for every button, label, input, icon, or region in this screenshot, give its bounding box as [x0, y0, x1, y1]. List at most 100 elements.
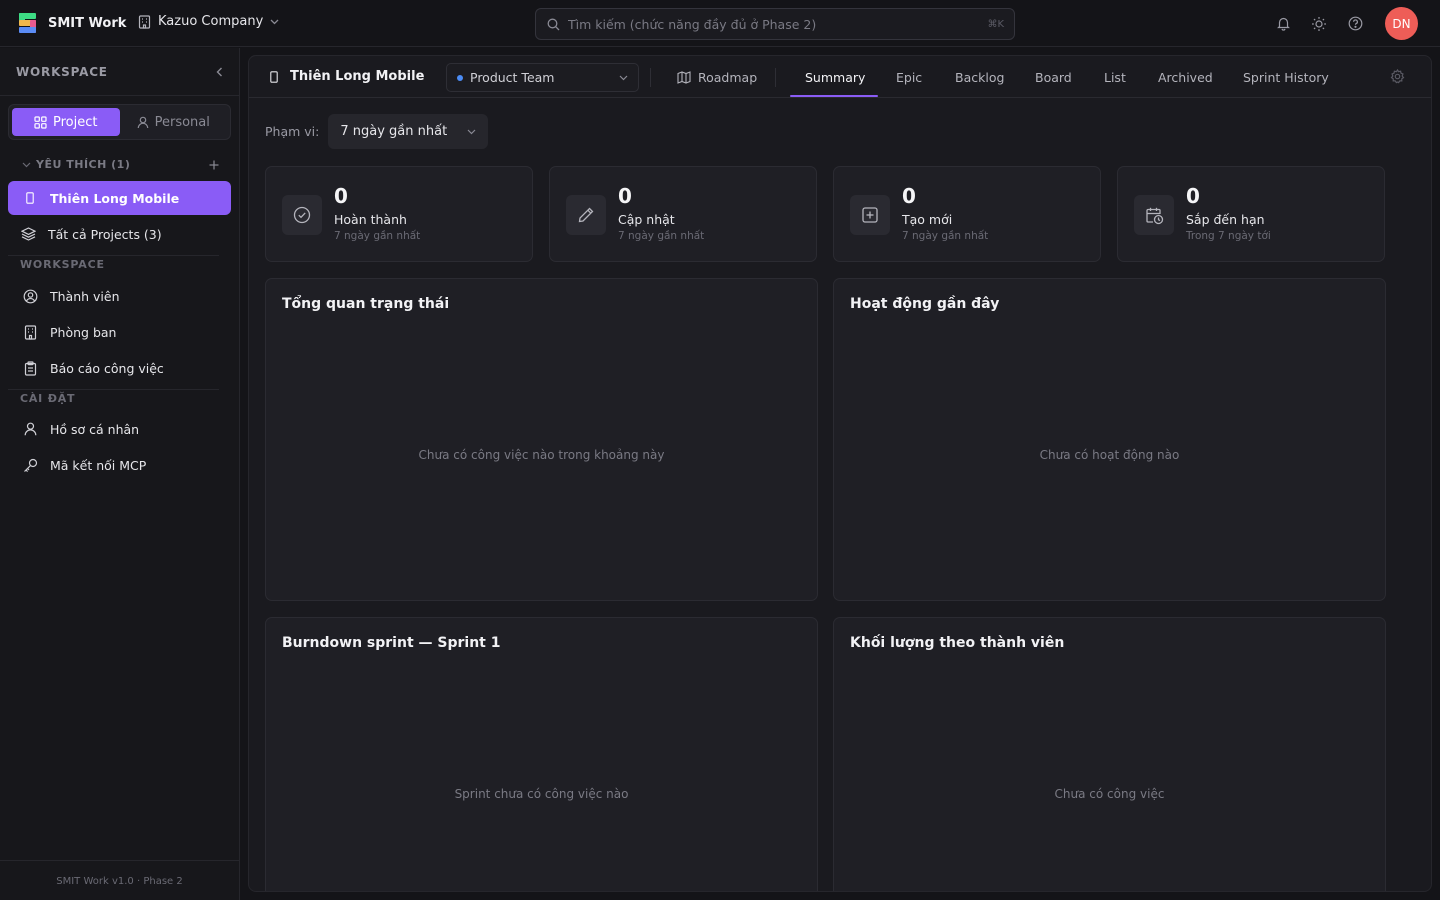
theme-sun-icon[interactable]	[1309, 14, 1329, 34]
sidebar-item-label: Tất cả Projects (3)	[48, 226, 162, 242]
project-title-text: Thiên Long Mobile	[290, 69, 425, 84]
stat-label: Hoàn thành	[334, 212, 407, 227]
layers-icon	[20, 226, 36, 242]
recent-activity-card: Hoạt động gần đây Chưa có hoạt động nào	[833, 278, 1386, 601]
segment-project[interactable]: Project	[12, 108, 120, 136]
sidebar-item-thien-long-mobile[interactable]: Thiên Long Mobile	[8, 181, 231, 215]
card-title: Hoạt động gần đây	[850, 296, 1000, 312]
pencil-icon	[566, 195, 606, 235]
company-name: Kazuo Company	[158, 14, 264, 29]
sidebar-title: WORKSPACE	[16, 65, 108, 79]
sidebar-item-label: Hồ sơ cá nhân	[50, 421, 140, 437]
stat-sublabel: 7 ngày gần nhất	[902, 230, 989, 242]
stat-card-due-soon: 0 Sắp đến hạn Trong 7 ngày tới	[1117, 166, 1385, 262]
sidebar-item-label: Thiên Long Mobile	[50, 190, 180, 206]
favorites-label: YÊU THÍCH (1)	[36, 158, 131, 171]
chevron-down-icon	[619, 75, 628, 81]
empty-state-text: Chưa có hoạt động nào	[1039, 448, 1180, 462]
active-tab-indicator	[790, 95, 878, 97]
tab-summary[interactable]: Summary	[805, 56, 865, 98]
sidebar-item-members[interactable]: Thành viên	[8, 279, 231, 313]
status-overview-card: Tổng quan trạng thái Chưa có công việc n…	[265, 278, 818, 601]
segment-personal-label: Personal	[154, 114, 210, 130]
stat-card-updated: 0 Cập nhật 7 ngày gần nhất	[549, 166, 817, 262]
search-shortcut: ⌘K	[987, 18, 1004, 30]
collapse-sidebar-chevron-left-icon[interactable]	[216, 67, 223, 77]
card-title: Khối lượng theo thành viên	[850, 635, 1065, 651]
tab-archived[interactable]: Archived	[1158, 56, 1213, 98]
scope-segmented-control: Project Personal	[8, 104, 231, 140]
mobile-phone-icon	[270, 70, 278, 83]
tab-backlog[interactable]: Backlog	[955, 56, 1004, 98]
sidebar-item-mcp-key[interactable]: Mã kết nối MCP	[8, 448, 231, 482]
help-circle-icon[interactable]	[1345, 14, 1365, 34]
tab-board[interactable]: Board	[1035, 56, 1072, 98]
sidebar-item-work-reports[interactable]: Báo cáo công việc	[8, 351, 231, 385]
top-bar: SMIT Work Kazuo Company ⌘K	[0, 0, 1440, 47]
brand-name: SMIT Work	[48, 15, 127, 31]
tab-sprint-history[interactable]: Sprint History	[1243, 56, 1329, 98]
user-icon	[22, 421, 38, 437]
scope-select-value: 7 ngày gần nhất	[340, 124, 448, 139]
global-search[interactable]: ⌘K	[535, 8, 1015, 40]
card-title: Tổng quan trạng thái	[282, 296, 450, 312]
workload-by-member-card: Khối lượng theo thành viên Chưa có công …	[833, 617, 1386, 891]
card-title: Burndown sprint — Sprint 1	[282, 635, 501, 651]
chevron-down-icon	[270, 19, 279, 25]
version-footer: SMIT Work v1.0 · Phase 2	[56, 876, 183, 887]
grid-icon	[34, 115, 47, 129]
divider	[0, 95, 239, 96]
check-circle-icon	[282, 195, 322, 235]
building-icon	[138, 14, 151, 29]
burndown-sprint-card: Burndown sprint — Sprint 1 Sprint chưa c…	[265, 617, 818, 891]
brand[interactable]: SMIT Work	[19, 13, 126, 33]
stat-label: Tạo mới	[902, 212, 953, 227]
empty-state-text: Chưa có công việc nào trong khoảng này	[418, 448, 665, 462]
empty-state-text: Chưa có công việc	[1054, 787, 1165, 801]
clipboard-icon	[22, 360, 38, 376]
sidebar-item-all-projects[interactable]: Tất cả Projects (3)	[8, 217, 231, 251]
company-switcher[interactable]: Kazuo Company	[138, 14, 279, 29]
stat-label: Cập nhật	[618, 212, 675, 227]
chevron-down-icon	[22, 162, 31, 168]
stat-value: 0	[334, 184, 348, 208]
favorites-header[interactable]: YÊU THÍCH (1)	[22, 158, 219, 171]
stat-sublabel: 7 ngày gần nhất	[618, 230, 705, 242]
divider	[8, 255, 219, 256]
divider	[8, 389, 219, 390]
sidebar-item-departments[interactable]: Phòng ban	[8, 315, 231, 349]
tab-label: Roadmap	[698, 69, 758, 85]
tab-epic[interactable]: Epic	[896, 56, 922, 98]
search-icon	[547, 18, 560, 31]
sidebar-item-profile[interactable]: Hồ sơ cá nhân	[8, 412, 231, 446]
segment-project-label: Project	[53, 114, 98, 130]
mobile-phone-icon	[22, 190, 38, 206]
stat-card-completed: 0 Hoàn thành 7 ngày gần nhất	[265, 166, 533, 262]
user-circle-icon	[22, 288, 38, 304]
search-input[interactable]	[568, 16, 980, 32]
stat-value: 0	[1186, 184, 1200, 208]
user-avatar[interactable]: DN	[1385, 7, 1418, 40]
chevron-down-icon	[467, 129, 476, 135]
divider	[650, 68, 651, 87]
scope-label: Phạm vi:	[265, 124, 320, 139]
project-title: Thiên Long Mobile	[270, 69, 424, 84]
stat-sublabel: 7 ngày gần nhất	[334, 230, 421, 242]
scope-filter: Phạm vi: 7 ngày gần nhất	[265, 114, 489, 149]
calendar-clock-icon	[1134, 195, 1174, 235]
segment-personal[interactable]: Personal	[120, 108, 228, 136]
divider	[775, 68, 776, 87]
building-icon	[22, 324, 38, 340]
main-panel: Thiên Long Mobile Product Team Roadmap S…	[248, 55, 1432, 892]
add-favorite-plus-icon[interactable]	[209, 160, 219, 170]
scope-select[interactable]: 7 ngày gần nhất	[328, 114, 489, 149]
tab-list[interactable]: List	[1104, 56, 1126, 98]
plus-square-icon	[850, 195, 890, 235]
project-settings-gear-icon[interactable]	[1390, 69, 1405, 84]
team-select[interactable]: Product Team	[446, 63, 639, 92]
team-select-value: Product Team	[470, 70, 555, 85]
notifications-bell-icon[interactable]	[1273, 14, 1293, 34]
sidebar-item-label: Thành viên	[50, 288, 120, 304]
tab-roadmap[interactable]: Roadmap	[677, 56, 757, 98]
stat-label: Sắp đến hạn	[1186, 212, 1265, 227]
